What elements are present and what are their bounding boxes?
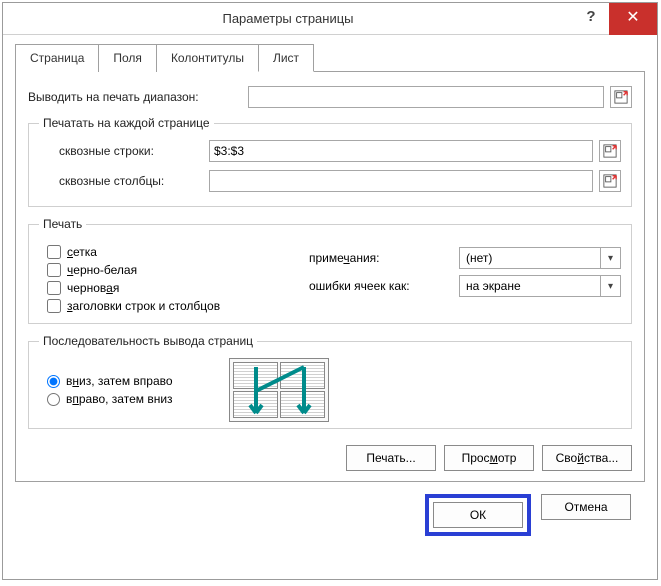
cancel-button[interactable]: Отмена xyxy=(541,494,631,520)
help-button[interactable]: ? xyxy=(573,3,609,35)
down-then-over-radio[interactable] xyxy=(47,375,60,388)
over-then-down-radio[interactable] xyxy=(47,393,60,406)
ok-button[interactable]: ОК xyxy=(433,502,523,528)
close-button[interactable]: ✕ xyxy=(609,3,657,35)
bw-checkbox[interactable] xyxy=(47,263,61,277)
rc-headings-label: заголовки строк и столбцов xyxy=(67,299,220,313)
gridlines-checkbox[interactable] xyxy=(47,245,61,259)
titlebar: Параметры страницы ? ✕ xyxy=(3,3,657,35)
dialog-buttons: ОК Отмена xyxy=(15,482,645,550)
page-thumb xyxy=(233,362,278,389)
cell-errors-value: на экране xyxy=(460,279,600,293)
print-range-input[interactable] xyxy=(248,86,604,108)
chevron-down-icon: ▾ xyxy=(600,276,620,296)
page-thumb xyxy=(280,362,325,389)
page-order-legend: Последовательность вывода страниц xyxy=(39,334,257,348)
tab-strip: Страница Поля Колонтитулы Лист xyxy=(15,43,645,71)
rows-repeat-label: сквозные строки: xyxy=(59,144,209,158)
print-button[interactable]: Печать... xyxy=(346,445,436,471)
cols-repeat-input[interactable] xyxy=(209,170,593,192)
cols-repeat-label: сквозные столбцы: xyxy=(59,174,209,188)
comments-label: примечания: xyxy=(309,251,459,265)
options-button[interactable]: Свойства... xyxy=(542,445,632,471)
page-setup-dialog: Параметры страницы ? ✕ Страница Поля Кол… xyxy=(2,2,658,580)
draft-label: черновая xyxy=(67,281,119,295)
print-range-ref-button[interactable] xyxy=(610,86,632,108)
print-group-legend: Печать xyxy=(39,217,86,231)
page-thumb xyxy=(233,391,278,418)
print-range-label: Выводить на печать диапазон: xyxy=(28,90,248,104)
content-area: Страница Поля Колонтитулы Лист Выводить … xyxy=(3,35,657,579)
inner-buttons-row: Печать... Просмотр Свойства... xyxy=(28,445,632,471)
print-group: Печать сетка черно-белая чер xyxy=(28,217,632,324)
rows-repeat-input[interactable] xyxy=(209,140,593,162)
cols-repeat-row: сквозные столбцы: xyxy=(39,170,621,192)
each-page-legend: Печатать на каждой странице xyxy=(39,116,214,130)
window-title: Параметры страницы xyxy=(3,11,573,26)
rows-repeat-row: сквозные строки: xyxy=(39,140,621,162)
chevron-down-icon: ▾ xyxy=(600,248,620,268)
range-select-icon xyxy=(614,90,628,104)
range-select-icon xyxy=(603,144,617,158)
print-range-row: Выводить на печать диапазон: xyxy=(28,86,632,108)
preview-button[interactable]: Просмотр xyxy=(444,445,534,471)
gridlines-label: сетка xyxy=(67,245,97,259)
tab-page[interactable]: Страница xyxy=(15,44,99,72)
bw-label: черно-белая xyxy=(67,263,137,277)
page-order-preview xyxy=(229,358,329,422)
tab-margins[interactable]: Поля xyxy=(98,44,157,72)
draft-checkbox[interactable] xyxy=(47,281,61,295)
down-then-over-label: вниз, затем вправо xyxy=(66,374,173,388)
rows-repeat-ref-button[interactable] xyxy=(599,140,621,162)
page-thumb xyxy=(280,391,325,418)
ok-highlight-box: ОК xyxy=(425,494,531,536)
page-order-group: Последовательность вывода страниц вниз, … xyxy=(28,334,632,429)
range-select-icon xyxy=(603,174,617,188)
comments-combo[interactable]: (нет) ▾ xyxy=(459,247,621,269)
each-page-group: Печатать на каждой странице сквозные стр… xyxy=(28,116,632,207)
cols-repeat-ref-button[interactable] xyxy=(599,170,621,192)
cell-errors-combo[interactable]: на экране ▾ xyxy=(459,275,621,297)
tab-headers[interactable]: Колонтитулы xyxy=(156,44,259,72)
cell-errors-label: ошибки ячеек как: xyxy=(309,279,459,293)
comments-value: (нет) xyxy=(460,251,600,265)
rc-headings-checkbox[interactable] xyxy=(47,299,61,313)
tab-body: Выводить на печать диапазон: Печатать на… xyxy=(15,71,645,482)
tab-sheet[interactable]: Лист xyxy=(258,44,314,72)
over-then-down-label: вправо, затем вниз xyxy=(66,392,173,406)
